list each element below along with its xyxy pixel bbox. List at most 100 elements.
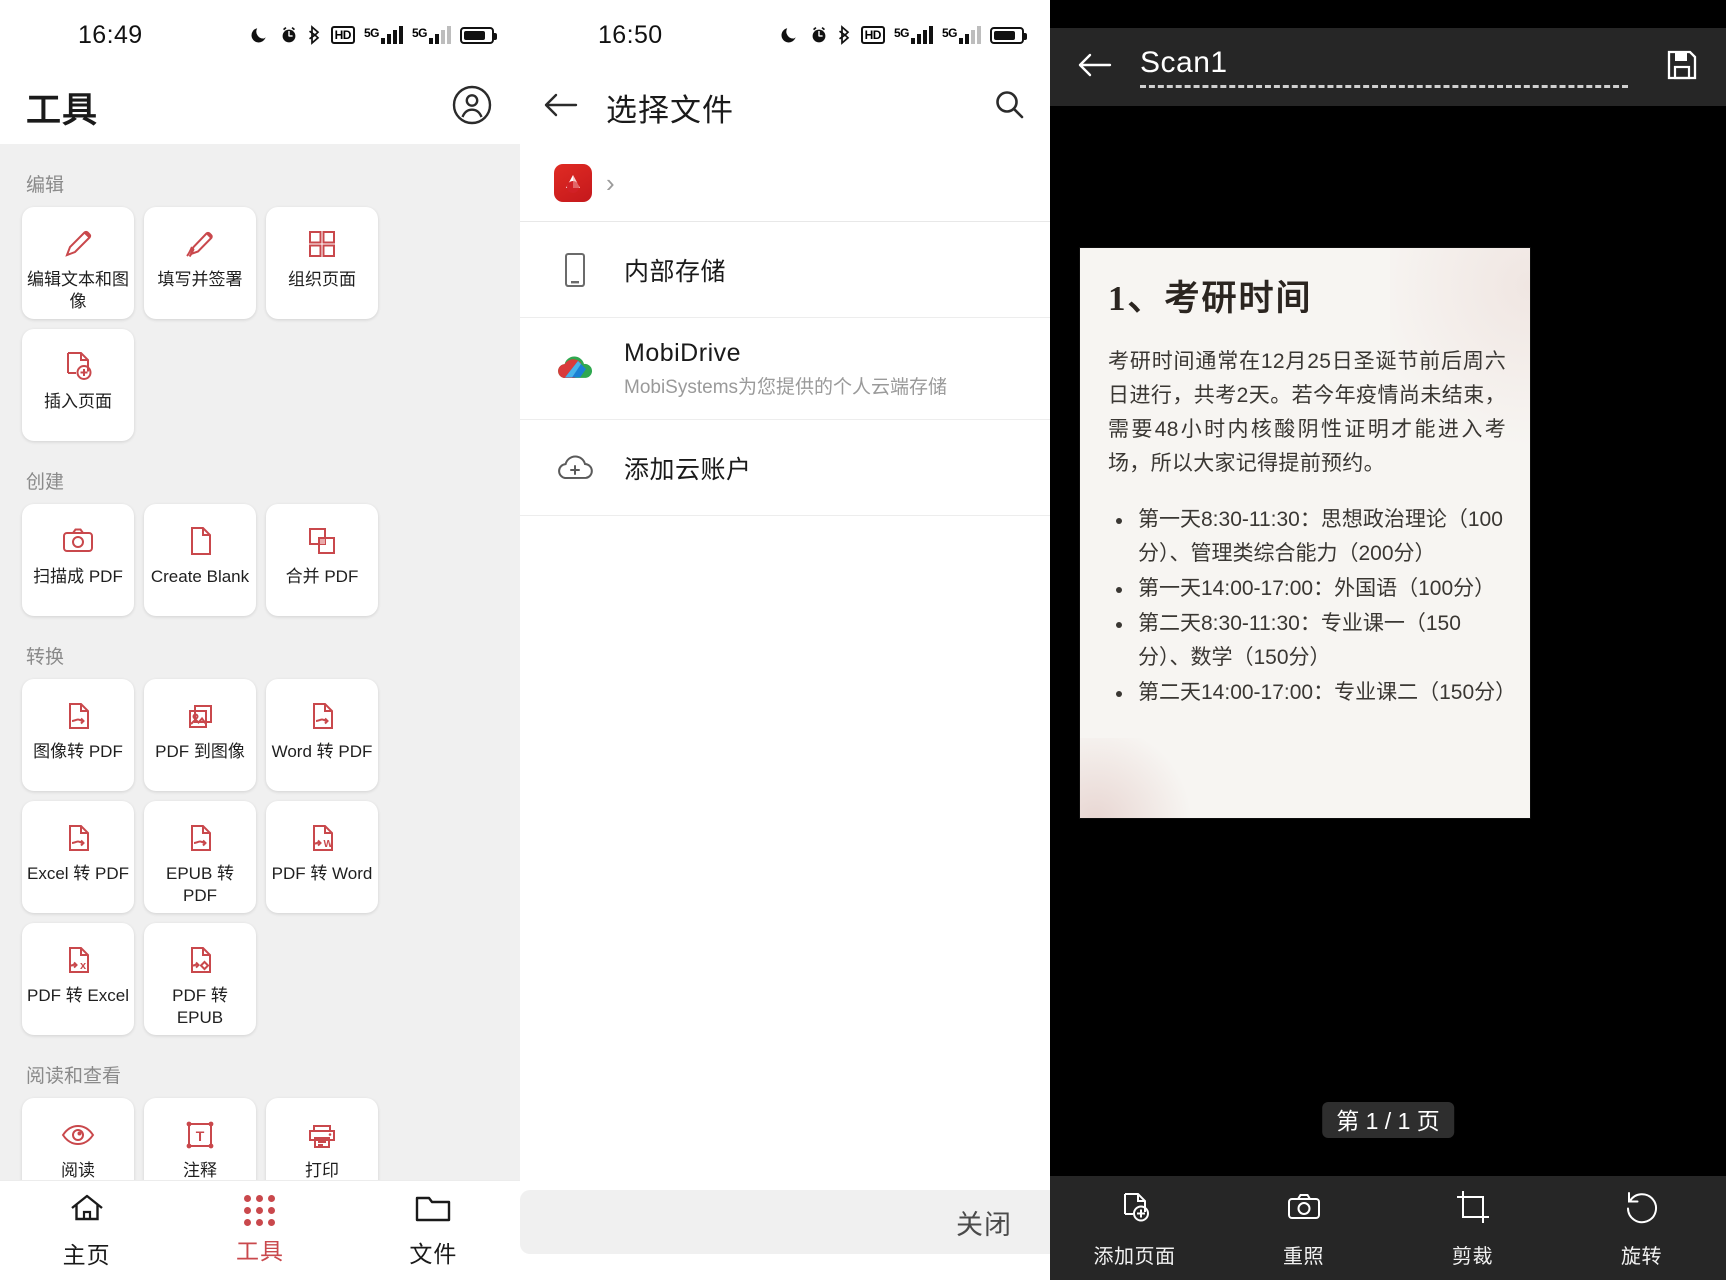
scanned-page-image[interactable]: 1、考研时间 考研时间通常在12月25日圣诞节前后周六日进行，共考2天。若今年疫…: [1080, 248, 1530, 818]
tool-tile-create-blank[interactable]: Create Blank: [144, 504, 256, 616]
bottom-navigation: 主页 工具 文件: [0, 1180, 520, 1280]
tool-tile-scan-to-pdf[interactable]: 扫描成 PDF: [22, 504, 134, 616]
tool-tile-label: 合并 PDF: [285, 567, 359, 586]
svg-text:T: T: [196, 1128, 205, 1144]
section-label-create: 创建: [26, 472, 65, 493]
list-item-add-cloud-account[interactable]: 添加云账户: [520, 420, 1050, 516]
alarm-icon: [809, 25, 829, 45]
list-item-title: 添加云账户: [624, 455, 752, 484]
toolbar-label: 添加页面: [1093, 1246, 1176, 1268]
tool-tile-pdf-to-epub[interactable]: PDF 转 EPUB: [144, 923, 256, 1035]
tool-tile-insert-pages[interactable]: 插入页面: [22, 329, 134, 441]
pdf-to-image-icon: [181, 695, 219, 737]
nav-label: 工具: [235, 1238, 284, 1264]
tool-tile-edit-text-image[interactable]: 编辑文本和图像: [22, 207, 134, 319]
search-icon[interactable]: [992, 87, 1028, 128]
bluetooth-icon: [838, 25, 852, 45]
tool-tile-word-to-pdf[interactable]: Word 转 PDF: [266, 679, 378, 791]
tool-tile-epub-to-pdf[interactable]: EPUB 转 PDF: [144, 801, 256, 913]
list-item: 第一天14:00-17:00：外国语（100分）: [1108, 572, 1506, 606]
page-tint-bottom: [1080, 738, 1200, 818]
moon-icon: [250, 25, 270, 45]
convert-page-icon: [181, 817, 219, 859]
scan-preview-canvas[interactable]: 1、考研时间 考研时间通常在12月25日圣诞节前后周六日进行，共考2天。若今年疫…: [1050, 106, 1726, 1176]
bluetooth-icon: [308, 25, 322, 45]
list-item-mobidrive[interactable]: MobiDrive MobiSystems为您提供的个人云端存储: [520, 318, 1050, 420]
moon-icon: [780, 25, 800, 45]
page-plus-icon: [1115, 1187, 1155, 1232]
tile-grid-edit: 编辑文本和图像 填写并签署 组织页面 插入页面: [0, 207, 520, 441]
tool-tile-label: PDF 到图像: [155, 742, 245, 761]
list-item-subtitle: MobiSystems为您提供的个人云端存储: [624, 376, 948, 398]
page-title: 选择文件: [606, 92, 734, 128]
convert-epub-icon: [181, 939, 219, 981]
crop-button[interactable]: 剪裁: [1388, 1187, 1557, 1269]
status-bar: 16:50 HD 5G 5G: [520, 0, 1050, 70]
document-name-value: Scan1: [1140, 46, 1228, 79]
svg-text:W: W: [324, 839, 334, 850]
close-button[interactable]: 关闭: [956, 1203, 1012, 1242]
rotate-button[interactable]: 旋转: [1557, 1187, 1726, 1269]
section-label-edit: 编辑: [26, 175, 65, 196]
arrow-left-icon[interactable]: [1076, 50, 1114, 85]
section-label-read-view: 阅读和查看: [26, 1066, 122, 1087]
signal-5g-2-icon: 5G: [412, 26, 451, 44]
breadcrumb[interactable]: ›: [520, 144, 1050, 222]
cloud-plus-icon: [554, 452, 596, 484]
sign-pencil-icon: [181, 223, 219, 265]
tool-tile-excel-to-pdf[interactable]: Excel 转 PDF: [22, 801, 134, 913]
home-icon: [68, 1191, 106, 1230]
panel-scanner-screen: Scan1 1、考研时间 考研时间通常在12月25日圣诞节前后周六日进行，共考2…: [1050, 0, 1726, 1280]
sidebar-item-files[interactable]: 文件: [347, 1192, 520, 1269]
tool-tile-label: EPUB 转 PDF: [165, 864, 235, 905]
panel-tools-screen: 16:49 HD 5G 5G 工具 编辑 编辑文本和图像 填写并签署 组织页面 …: [0, 0, 520, 1280]
nav-label: 文件: [409, 1241, 458, 1267]
grid-pages-icon: [303, 223, 341, 265]
convert-page-icon: [303, 695, 341, 737]
list-item: 第二天8:30-11:30：专业课一（150分）、数学（150分）: [1108, 607, 1506, 675]
tool-tile-image-to-pdf[interactable]: 图像转 PDF: [22, 679, 134, 791]
tool-tile-label: 插入页面: [44, 392, 112, 411]
merge-squares-icon: [303, 520, 341, 562]
add-page-button[interactable]: 添加页面: [1050, 1187, 1219, 1269]
tool-tile-merge-pdf[interactable]: 合并 PDF: [266, 504, 378, 616]
pdf-extra-app-icon: [554, 163, 592, 202]
tool-tile-label: 图像转 PDF: [33, 742, 123, 761]
rotate-left-icon: [1622, 1187, 1662, 1232]
tool-tile-fill-and-sign[interactable]: 填写并签署: [144, 207, 256, 319]
signal-5g-1-icon: 5G: [894, 26, 933, 44]
scanner-status-bar: [1050, 0, 1726, 28]
eye-icon: [59, 1114, 97, 1156]
list-item-title: 内部存储: [624, 257, 727, 286]
tool-tile-label: 阅读: [61, 1161, 95, 1180]
sidebar-item-home[interactable]: 主页: [0, 1191, 173, 1270]
scanner-toolbar: 添加页面 重照 剪裁 旋转: [1050, 1176, 1726, 1280]
page-title: 工具: [26, 90, 99, 130]
camera-icon: [1284, 1187, 1324, 1232]
toolbar-label: 重照: [1283, 1246, 1324, 1268]
tool-tile-pdf-to-image[interactable]: PDF 到图像: [144, 679, 256, 791]
toolbar-label: 旋转: [1621, 1246, 1662, 1268]
retake-button[interactable]: 重照: [1219, 1187, 1388, 1269]
alarm-icon: [279, 25, 299, 45]
section-label-convert: 转换: [26, 647, 65, 668]
tool-tile-pdf-to-excel[interactable]: x PDF 转 Excel: [22, 923, 134, 1035]
tool-tile-organize-pages[interactable]: 组织页面: [266, 207, 378, 319]
signal-5g-2-icon: 5G: [942, 26, 981, 44]
save-floppy-icon[interactable]: [1664, 47, 1700, 88]
account-circle-icon[interactable]: [450, 83, 494, 132]
tool-tile-label: 填写并签署: [157, 270, 243, 289]
document-name-field[interactable]: Scan1: [1140, 46, 1638, 88]
printer-icon: [303, 1114, 341, 1156]
tile-grid-create: 扫描成 PDF Create Blank 合并 PDF: [0, 504, 520, 616]
arrow-left-icon[interactable]: [542, 90, 580, 125]
tools-scroll-area[interactable]: 编辑 编辑文本和图像 填写并签署 组织页面 插入页面 创建 扫描成 PDF Cr…: [0, 144, 520, 1280]
list-item-internal-storage[interactable]: 内部存储: [520, 222, 1050, 318]
tool-tile-label: Create Blank: [150, 567, 250, 586]
sidebar-item-tools[interactable]: 工具: [173, 1195, 346, 1266]
svg-text:x: x: [80, 960, 87, 972]
tool-tile-pdf-to-word[interactable]: W PDF 转 Word: [266, 801, 378, 913]
tool-tile-label: PDF 转 Word: [271, 864, 373, 883]
status-bar-time: 16:50: [598, 20, 663, 49]
panel-choose-file-screen: 16:50 HD 5G 5G 选择文件 › 内部存储 MobiDrive Mob…: [520, 0, 1050, 1280]
